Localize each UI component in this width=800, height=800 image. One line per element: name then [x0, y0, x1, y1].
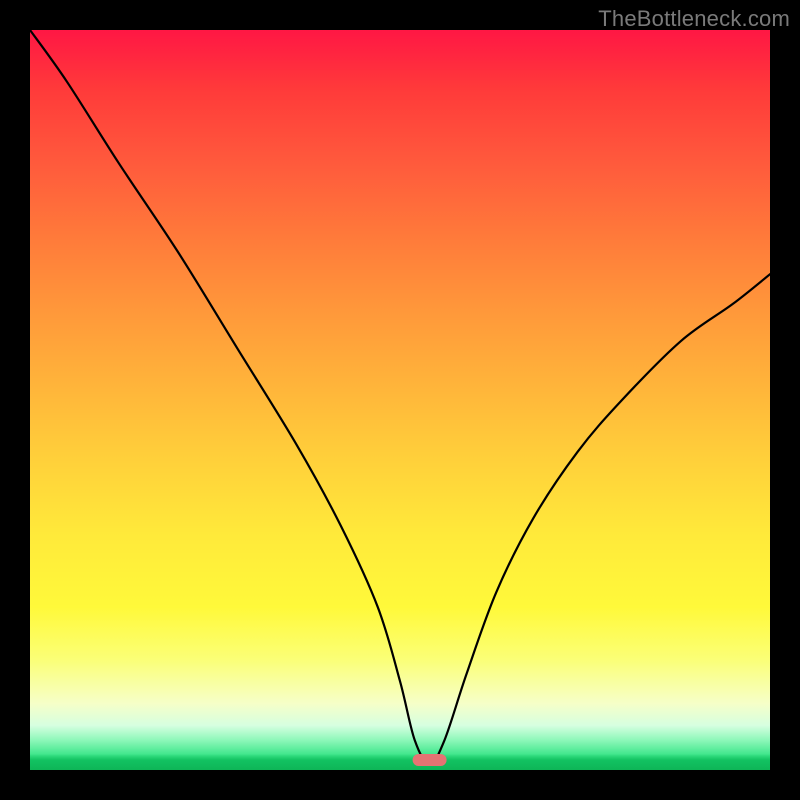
plot-area	[30, 30, 770, 770]
minimum-marker	[413, 754, 447, 766]
bottleneck-curve	[30, 30, 770, 764]
curve-svg	[30, 30, 770, 770]
chart-frame: TheBottleneck.com	[0, 0, 800, 800]
watermark-text: TheBottleneck.com	[598, 6, 790, 32]
